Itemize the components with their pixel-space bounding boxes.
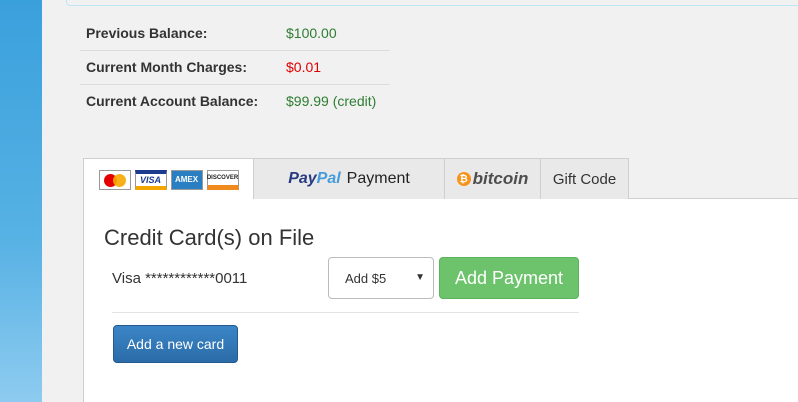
tab-paypal-label: Payment xyxy=(346,170,410,187)
balance-row-charges: Current Month Charges: $0.01 xyxy=(80,50,390,85)
paypal-logo: PayPal xyxy=(288,170,341,187)
divider xyxy=(112,312,579,313)
payment-panel: VISA AMEX DISCOVER PayPal Payment ₿ bitc… xyxy=(83,158,798,402)
tab-gift-code[interactable]: Gift Code xyxy=(540,158,629,199)
payment-method-tabs: VISA AMEX DISCOVER PayPal Payment ₿ bitc… xyxy=(83,158,798,200)
section-title: Credit Card(s) on File xyxy=(104,225,315,250)
balance-label: Previous Balance: xyxy=(80,16,280,51)
balance-summary-table: Previous Balance: $100.00 Current Month … xyxy=(80,16,390,118)
discover-icon: DISCOVER xyxy=(206,169,239,190)
tab-bitcoin[interactable]: ₿ bitcoin xyxy=(444,158,541,199)
balance-value: $99.99 (credit) xyxy=(286,93,377,110)
tab-credit-cards[interactable]: VISA AMEX DISCOVER xyxy=(83,158,254,200)
visa-icon: VISA xyxy=(134,169,167,190)
add-new-card-button[interactable]: Add a new card xyxy=(113,325,238,363)
amount-select[interactable]: Add $5 ▼ xyxy=(328,257,434,299)
tab-paypal[interactable]: PayPal Payment xyxy=(253,158,445,199)
add-payment-button[interactable]: Add Payment xyxy=(439,257,579,299)
chevron-down-icon: ▼ xyxy=(415,272,425,283)
balance-row-current: Current Account Balance: $99.99 (credit) xyxy=(80,84,390,118)
left-sidebar-strip xyxy=(0,0,42,402)
balance-value: $100.00 xyxy=(280,16,390,51)
bitcoin-icon: ₿ xyxy=(456,172,471,186)
top-alert-box xyxy=(66,0,798,6)
amex-icon: AMEX xyxy=(170,169,203,190)
mastercard-icon xyxy=(98,169,131,190)
tab-content: Credit Card(s) on File Visa ************… xyxy=(83,199,798,402)
balance-label: Current Account Balance: xyxy=(86,93,259,110)
balance-row-previous: Previous Balance: $100.00 xyxy=(80,16,390,51)
amount-select-value: Add $5 xyxy=(345,270,387,286)
card-on-file: Visa ************0011 xyxy=(112,270,248,287)
balance-label: Current Month Charges: xyxy=(80,50,280,85)
balance-value: $0.01 xyxy=(280,50,390,85)
bitcoin-logo-text: bitcoin xyxy=(472,169,529,188)
